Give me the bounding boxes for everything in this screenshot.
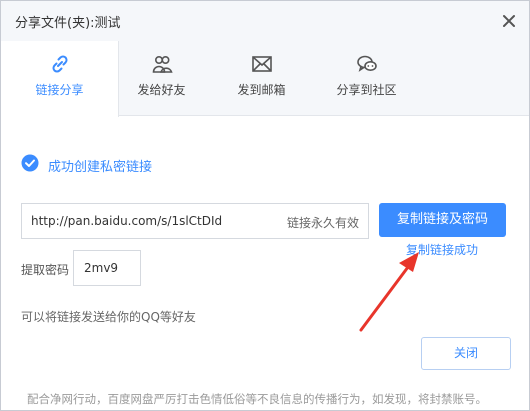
close-button[interactable]: 关闭 — [421, 337, 511, 370]
share-link-url[interactable]: http://pan.baidu.com/s/1slCtDId — [31, 214, 222, 228]
chat-bubbles-icon — [355, 52, 379, 76]
copy-success-text: 复制链接成功 — [406, 243, 479, 257]
share-tabs: 链接分享 发给好友 发到邮箱 分享到社区 — [1, 41, 529, 117]
tab-label: 链接分享 — [35, 83, 84, 97]
share-link-field[interactable]: http://pan.baidu.com/s/1slCtDId 链接永久有效 — [21, 203, 369, 239]
mail-icon — [250, 52, 274, 76]
check-circle-icon — [21, 154, 39, 172]
password-field[interactable]: 2mv9 — [73, 250, 141, 286]
copy-link-and-password-button[interactable]: 复制链接及密码 — [379, 203, 506, 237]
close-icon[interactable] — [501, 13, 517, 29]
success-message: 成功创建私密链接 — [48, 160, 153, 175]
link-icon — [48, 52, 72, 76]
tab-share-community[interactable]: 分享到社区 — [319, 41, 414, 116]
tab-label: 发到邮箱 — [237, 83, 286, 97]
password-label: 提取密码 — [21, 263, 70, 277]
tab-link-share[interactable]: 链接分享 — [1, 41, 119, 117]
tab-label: 发给好友 — [137, 83, 186, 97]
dialog-title: 分享文件(夹):测试 — [15, 16, 121, 31]
policy-notice: 配合净网行动，百度网盘严厉打击色情低俗等不良信息的传播行为，如发现，将封禁账号。 — [27, 392, 487, 406]
tab-label: 分享到社区 — [336, 83, 397, 97]
password-value: 2mv9 — [84, 261, 119, 275]
friends-icon — [150, 52, 174, 76]
link-expiry-text: 链接永久有效 — [286, 216, 359, 230]
title-bar: 分享文件(夹):测试 — [1, 1, 529, 41]
share-dialog: 分享文件(夹):测试 链接分享 发给好友 发到邮箱 分享到社区 成功创建私密链接… — [0, 0, 530, 411]
tab-send-email[interactable]: 发到邮箱 — [214, 41, 309, 116]
hint-text: 可以将链接发送给你的QQ等好友 — [21, 310, 196, 324]
tab-send-friends[interactable]: 发给好友 — [119, 41, 204, 116]
